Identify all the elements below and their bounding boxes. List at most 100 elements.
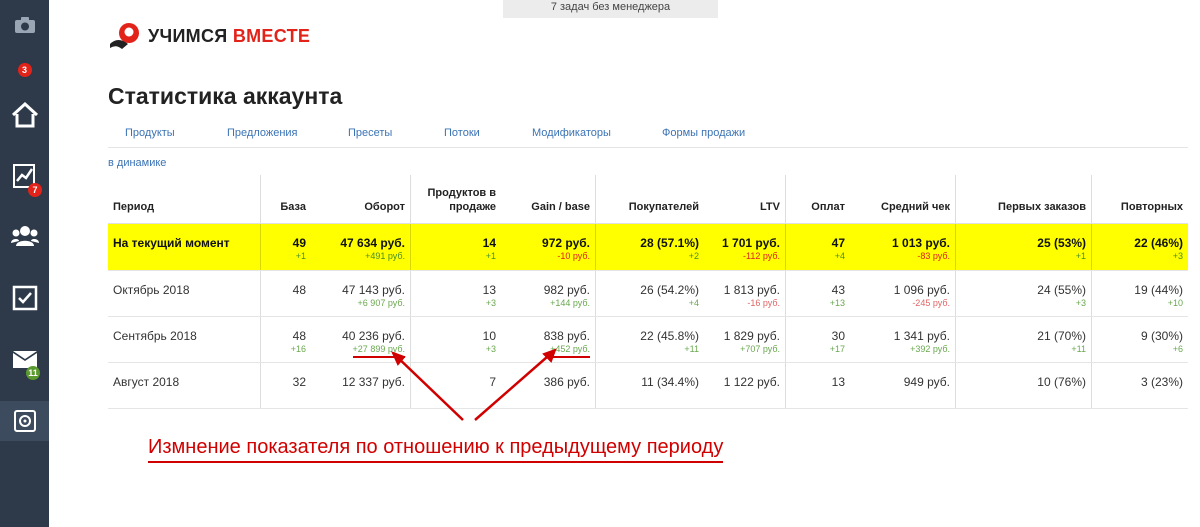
cell-gain: 982 руб. +144 руб.	[501, 271, 596, 316]
cell-repeat-orders: 3 (23%)	[1092, 363, 1188, 408]
cell-delta: +4	[834, 251, 845, 261]
cell-value: 12 337 руб.	[342, 375, 405, 389]
cell-value: 1 701 руб.	[722, 236, 780, 250]
cell-value: 7	[489, 375, 496, 389]
home-icon	[11, 102, 38, 128]
cell-value: 13	[482, 283, 496, 297]
cell-value: 47 143 руб.	[342, 283, 405, 297]
tab-modifiers[interactable]: Модификаторы	[532, 127, 611, 139]
cell-delta: +27 899 руб.	[352, 344, 405, 358]
table-row[interactable]: На текущий момент 49 +1 47 634 руб. +491 руб…	[108, 224, 1188, 271]
cell-delta: -112 руб.	[742, 251, 780, 261]
cell-repeat-orders: 9 (30%) +6	[1092, 317, 1188, 362]
header-ltv: LTV	[704, 175, 786, 223]
cell-delta: +144 руб.	[550, 298, 590, 308]
sidebar-messages[interactable]: 11	[0, 340, 49, 380]
cell-value: 19 (44%)	[1134, 283, 1183, 297]
cell-value: 49	[292, 236, 306, 250]
cell-delta: +4	[688, 298, 699, 308]
sidebar-statistics[interactable]: 7	[0, 155, 49, 197]
cell-value: 972 руб.	[542, 236, 590, 250]
sidebar-notifications[interactable]: 3	[0, 58, 49, 82]
cell-payments: 43 +13	[786, 271, 850, 316]
cell-repeat-orders: 22 (46%) +3	[1092, 224, 1188, 270]
cell-products: 14 +1	[411, 224, 501, 270]
sidebar-home[interactable]	[0, 95, 49, 135]
cell-delta: +3	[1075, 298, 1086, 308]
sidebar-users[interactable]	[0, 216, 49, 256]
tab-presets[interactable]: Пресеты	[348, 127, 392, 139]
cell-value: 48	[292, 329, 306, 343]
header-first-orders: Первых заказов	[956, 175, 1092, 223]
cell-value: 10	[482, 329, 496, 343]
tasks-notice[interactable]: 7 задач без менеджера	[503, 0, 718, 18]
tab-streams[interactable]: Потоки	[444, 127, 480, 139]
cell-period: Сентябрь 2018	[108, 317, 261, 362]
header-gain: Gain / base	[501, 175, 596, 223]
header-period: Период	[108, 175, 261, 223]
cell-gain: 838 руб. +452 руб.	[501, 317, 596, 362]
dynamics-link[interactable]: в динамике	[108, 157, 166, 169]
cell-buyers: 28 (57.1%) +2	[596, 224, 704, 270]
cell-value: 14	[482, 236, 496, 250]
cell-ltv: 1 122 руб.	[704, 363, 786, 408]
cell-turnover: 40 236 руб. +27 899 руб.	[311, 317, 411, 362]
cell-value: 1 013 руб.	[892, 236, 950, 250]
cell-first-orders: 25 (53%) +1	[956, 224, 1092, 270]
cell-delta: +1	[295, 251, 306, 261]
safe-icon	[13, 410, 36, 432]
tab-sale-forms[interactable]: Формы продажи	[662, 127, 745, 139]
table-row[interactable]: Октябрь 2018 48 47 143 руб. +6 907 руб. 13 +3…	[108, 271, 1188, 317]
header-products: Продуктов в продаже	[427, 187, 496, 213]
cell-avg-check: 1 341 руб. +392 руб.	[850, 317, 956, 362]
cell-turnover: 47 143 руб. +6 907 руб.	[311, 271, 411, 316]
cell-products: 13 +3	[411, 271, 501, 316]
cell-products: 7	[411, 363, 501, 408]
sidebar-settings[interactable]	[0, 401, 49, 441]
cell-value: 24 (55%)	[1037, 283, 1086, 297]
cell-first-orders: 24 (55%) +3	[956, 271, 1092, 316]
cell-ltv: 1 701 руб. -112 руб.	[704, 224, 786, 270]
cell-value: 3 (23%)	[1140, 375, 1183, 389]
cell-avg-check: 949 руб.	[850, 363, 956, 408]
cell-value: 386 руб.	[543, 375, 590, 389]
cell-value: 949 руб.	[903, 375, 950, 389]
cell-value: 9 (30%)	[1140, 329, 1183, 343]
cell-payments: 30 +17	[786, 317, 850, 362]
cell-turnover: 47 634 руб. +491 руб.	[311, 224, 411, 270]
period-label: Август 2018	[113, 375, 180, 389]
cell-first-orders: 21 (70%) +11	[956, 317, 1092, 362]
cell-delta: -83 руб.	[917, 251, 950, 261]
cell-gain: 972 руб. -10 руб.	[501, 224, 596, 270]
cell-value: 43	[831, 283, 845, 297]
page-title: Статистика аккаунта	[108, 83, 343, 109]
cell-delta: +3	[485, 344, 496, 354]
table-header: Период База Оборот Продуктов в продаже Gain …	[108, 175, 1188, 224]
cell-payments: 13	[786, 363, 850, 408]
tabs-bar: Продукты Предложения Пресеты Потоки Моди…	[108, 125, 1188, 148]
cell-buyers: 11 (34.4%)	[596, 363, 704, 408]
cell-delta: +491 руб.	[365, 251, 405, 261]
cell-buyers: 26 (54.2%) +4	[596, 271, 704, 316]
logo[interactable]: УЧИМСЯ ВМЕСТЕ	[108, 22, 310, 50]
cell-base: 32	[261, 363, 311, 408]
cell-value: 11 (34.4%)	[641, 375, 699, 389]
annotation-caption: Измнение показателя по отношению к преды…	[148, 436, 724, 463]
sidebar-camera[interactable]	[0, 0, 49, 50]
sidebar-tasks[interactable]	[0, 278, 49, 318]
cell-value: 22 (46%)	[1134, 236, 1183, 250]
header-avg-check: Средний чек	[850, 175, 956, 223]
cell-delta: -16 руб.	[747, 298, 780, 308]
cell-turnover: 12 337 руб.	[311, 363, 411, 408]
cell-payments: 47 +4	[786, 224, 850, 270]
cell-buyers: 22 (45.8%) +11	[596, 317, 704, 362]
cell-value: 40 236 руб.	[342, 329, 405, 343]
cell-value: 1 341 руб.	[893, 329, 950, 343]
tab-offers[interactable]: Предложения	[227, 127, 298, 139]
cell-delta: +392 руб.	[910, 344, 950, 354]
table-row[interactable]: Сентябрь 2018 48 +16 40 236 руб. +27 899 руб…	[108, 317, 1188, 363]
table-row[interactable]: Август 2018 32 12 337 руб. 7 386 руб. 11 (34.…	[108, 363, 1188, 409]
tab-products[interactable]: Продукты	[125, 127, 175, 139]
cell-value: 1 829 руб.	[723, 329, 780, 343]
cell-value: 26 (54.2%)	[640, 283, 699, 297]
